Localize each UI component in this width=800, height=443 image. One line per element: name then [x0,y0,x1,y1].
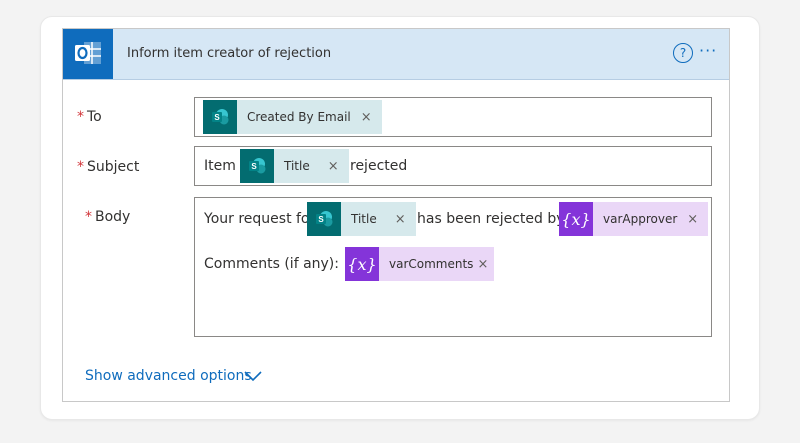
svg-text:S: S [318,215,324,224]
required-marker: * [77,159,84,175]
token-var-approver[interactable]: {x} varApprover × [559,202,709,236]
action-title: Inform item creator of rejection [127,46,332,61]
token-created-by-email[interactable]: S Created By Email × [203,100,382,134]
body-label: * Body [85,209,130,225]
action-header[interactable]: Inform item creator of rejection ? ··· [63,29,729,80]
token-label: Title [284,159,310,173]
remove-token-icon[interactable]: × [473,257,494,272]
to-label-text: To [87,109,102,125]
remove-token-icon[interactable]: × [351,110,382,125]
svg-text:S: S [214,113,220,122]
show-advanced-options-link[interactable]: Show advanced options [85,368,252,384]
variable-icon: {x} [345,247,379,281]
token-label: Created By Email [247,110,351,124]
remove-token-icon[interactable]: × [677,212,708,227]
body-line1-text: Your request for [204,211,316,227]
required-marker: * [77,109,84,125]
token-title[interactable]: S Title × [240,149,349,183]
remove-token-icon[interactable]: × [310,159,349,174]
to-field[interactable]: S Created By Email × [194,97,712,137]
body-line1-mid: has been rejected by [417,211,565,227]
token-label: varApprover [603,212,678,226]
token-var-comments[interactable]: {x} varComments × [345,247,495,281]
subject-text-after: rejected [350,158,408,174]
subject-label: * Subject [77,159,139,175]
body-label-text: Body [95,209,131,225]
more-options-icon[interactable]: ··· [699,41,717,60]
outlook-icon [63,29,113,79]
body-field[interactable]: Your request for S Title × has been reje… [194,197,712,337]
sharepoint-icon: S [203,100,237,134]
svg-text:S: S [251,162,257,171]
subject-text-before: Item [204,158,236,174]
chevron-down-icon[interactable] [243,370,263,382]
token-label: Title [351,212,377,226]
token-title[interactable]: S Title × [307,202,416,236]
body-line2-text: Comments (if any): [204,256,339,272]
to-label: * To [77,109,102,125]
sharepoint-icon: S [307,202,341,236]
help-icon[interactable]: ? [673,43,693,63]
action-card: Inform item creator of rejection ? ··· *… [62,28,730,402]
subject-field[interactable]: Item S Title × rejected [194,146,712,186]
remove-token-icon[interactable]: × [377,212,416,227]
sharepoint-icon: S [240,149,274,183]
variable-icon: {x} [559,202,593,236]
token-label: varComments [389,257,474,271]
required-marker: * [85,209,92,225]
subject-label-text: Subject [87,159,140,175]
